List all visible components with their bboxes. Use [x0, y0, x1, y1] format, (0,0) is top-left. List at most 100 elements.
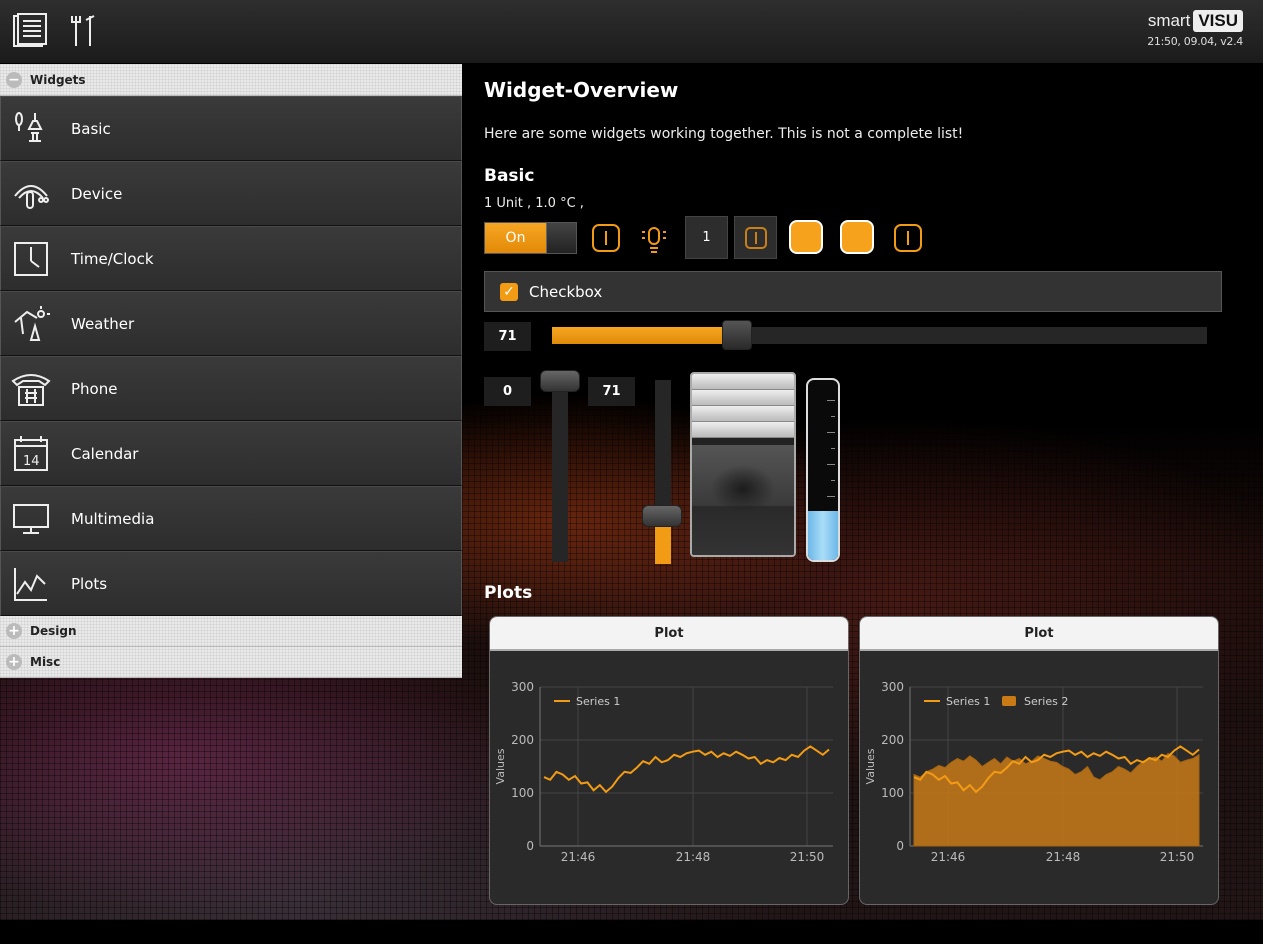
area-chart: 0 100 200 300 21:46 21:48 21:50 Values Series 1 S…: [864, 680, 1203, 864]
vslider-right-fill: [655, 527, 671, 564]
switch-button[interactable]: [592, 224, 620, 252]
main-content: Widget-Overview Here are some widgets wo…: [484, 78, 1244, 905]
switch-line: [754, 231, 757, 244]
flip-on-label: On: [485, 223, 546, 253]
series-area: [913, 752, 1200, 847]
sidebar-item-label: Time/Clock: [71, 249, 154, 268]
y-tick-label: 200: [881, 733, 904, 747]
chart-icon: [11, 564, 51, 604]
units-text: 1 Unit , 1.0 °C ,: [484, 196, 584, 211]
tank-tick: [827, 432, 835, 433]
vslider-left-value: 0: [484, 377, 531, 406]
weather-icon: [11, 304, 51, 344]
sidebar-item-time-clock[interactable]: Time/Clock: [0, 226, 462, 291]
sidebar-item-label: Weather: [71, 314, 135, 333]
x-tick-label: 21:50: [790, 850, 825, 864]
flip-handle[interactable]: [546, 223, 576, 253]
sidebar-item-label: Device: [71, 184, 123, 203]
toggle-button[interactable]: [734, 216, 777, 259]
monitor-icon: [11, 499, 51, 539]
blind-slat: [692, 422, 794, 438]
section-design[interactable]: + Design: [0, 616, 462, 647]
legend-swatch: [1002, 696, 1016, 706]
water-tank: [806, 378, 840, 562]
y-tick-label: 0: [526, 839, 534, 853]
legend-label: Series 2: [1024, 695, 1068, 708]
legend-label: Series 1: [576, 695, 620, 708]
tank-tick: [827, 464, 835, 465]
x-tick-label: 21:46: [561, 850, 596, 864]
tank-fill: [808, 511, 838, 560]
legend-label: Series 1: [946, 695, 990, 708]
tank-tick: [831, 480, 835, 481]
sidebar-item-label: Multimedia: [71, 509, 155, 528]
vslider-right-handle[interactable]: [642, 505, 682, 527]
vertical-slider-left[interactable]: [552, 378, 568, 562]
section-widgets[interactable]: − Widgets: [0, 64, 462, 96]
tools-icon[interactable]: [66, 12, 104, 50]
plot-title: Plot: [860, 617, 1218, 651]
header-bar: smart VISU 21:50, 09.04, v2.4: [0, 0, 1263, 64]
sidebar-item-weather[interactable]: Weather: [0, 291, 462, 356]
switch-button[interactable]: [894, 224, 922, 252]
blind-slat: [692, 406, 794, 422]
checkbox-row[interactable]: ✓ Checkbox: [484, 271, 1222, 312]
sidebar-item-phone[interactable]: Phone: [0, 356, 462, 421]
brand-smart: smart: [1147, 11, 1191, 30]
series-line: [543, 745, 830, 794]
y-tick-label: 100: [511, 786, 534, 800]
checkbox-checked-icon[interactable]: ✓: [500, 282, 518, 301]
minus-circle-icon: −: [6, 71, 22, 88]
phone-icon: [11, 369, 51, 409]
flip-switch[interactable]: On: [484, 222, 577, 254]
section-misc[interactable]: + Misc: [0, 647, 462, 678]
blind-shutter[interactable]: [690, 372, 796, 557]
x-tick-label: 21:46: [931, 850, 966, 864]
device-icon: [11, 174, 51, 214]
basic-icon: [11, 109, 51, 149]
plots-heading: Plots: [484, 583, 533, 603]
section-label: Misc: [30, 655, 61, 669]
section-label: Widgets: [30, 72, 86, 87]
orange-button[interactable]: [789, 220, 823, 254]
plot-title: Plot: [490, 617, 848, 651]
value-display[interactable]: 1: [685, 216, 728, 259]
sidebar-item-plots[interactable]: Plots: [0, 551, 462, 616]
slider-handle[interactable]: [722, 320, 752, 350]
sidebar-item-label: Calendar: [71, 444, 139, 463]
sidebar-item-label: Phone: [71, 379, 118, 398]
section-label: Design: [30, 624, 77, 638]
sidebar-item-basic[interactable]: Basic: [0, 96, 462, 161]
sidebar-item-calendar[interactable]: 14 Calendar: [0, 421, 462, 486]
brand: smart VISU 21:50, 09.04, v2.4: [1147, 10, 1243, 48]
line-chart: 0 100 200 300 21:46 21:48 21:50 Values Series 1: [494, 680, 833, 864]
calendar-icon: 14: [11, 434, 51, 474]
clock-icon: [11, 239, 51, 279]
plot-panel-1: Plot 0 100 200 300 21:46 21:48 21:50 Values Seri…: [489, 616, 849, 905]
sidebar-item-label: Plots: [71, 574, 108, 593]
blind-slat: [692, 390, 794, 406]
intro-text: Here are some widgets working together. …: [484, 126, 964, 142]
orange-button[interactable]: [840, 220, 874, 254]
page-title: Widget-Overview: [484, 78, 679, 102]
plus-circle-icon: +: [6, 654, 22, 670]
switch-outline-icon: [744, 226, 767, 249]
x-tick-label: 21:48: [676, 850, 711, 864]
tank-tick: [831, 416, 835, 417]
x-tick-label: 21:48: [1046, 850, 1081, 864]
y-axis-label: Values: [864, 748, 877, 784]
svg-text:14: 14: [23, 454, 40, 469]
x-tick-label: 21:50: [1160, 850, 1195, 864]
tree-photo: [692, 445, 794, 555]
document-icon[interactable]: [10, 12, 48, 50]
horizontal-slider[interactable]: [552, 320, 1207, 350]
tank-tick: [827, 496, 835, 497]
brand-visu: VISU: [1193, 10, 1243, 32]
bulb-icon[interactable]: [640, 224, 668, 256]
sidebar-item-device[interactable]: Device: [0, 161, 462, 226]
sidebar-item-multimedia[interactable]: Multimedia: [0, 486, 462, 551]
y-axis-label: Values: [494, 748, 507, 784]
vslider-left-handle[interactable]: [540, 370, 580, 392]
vslider-right-value: 71: [588, 377, 635, 406]
basic-heading: Basic: [484, 166, 535, 186]
